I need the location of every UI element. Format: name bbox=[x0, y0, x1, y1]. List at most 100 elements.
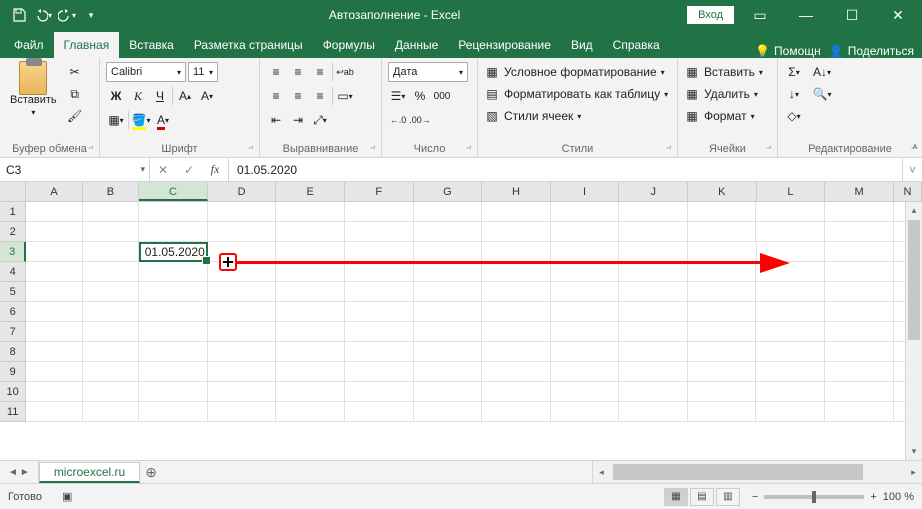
cell[interactable] bbox=[482, 342, 551, 362]
zoom-slider[interactable] bbox=[764, 495, 864, 499]
row-header[interactable]: 6 bbox=[0, 302, 26, 322]
cell[interactable] bbox=[414, 282, 483, 302]
cell[interactable] bbox=[276, 362, 345, 382]
minimize-icon[interactable]: ― bbox=[786, 0, 826, 30]
cell[interactable] bbox=[139, 362, 208, 382]
cell[interactable] bbox=[756, 202, 825, 222]
underline-button[interactable]: Ч bbox=[150, 86, 170, 106]
column-header[interactable]: D bbox=[208, 182, 277, 201]
zoom-level[interactable]: 100 % bbox=[883, 491, 914, 503]
cell[interactable] bbox=[208, 402, 277, 422]
column-header[interactable]: F bbox=[345, 182, 414, 201]
decrease-decimal-icon[interactable]: .00→ bbox=[410, 110, 430, 130]
accounting-format-icon[interactable]: ☰▾ bbox=[388, 86, 408, 106]
cell[interactable] bbox=[551, 282, 620, 302]
scroll-left-icon[interactable]: ◂ bbox=[593, 461, 610, 483]
cell[interactable] bbox=[26, 242, 82, 262]
cell[interactable] bbox=[139, 202, 208, 222]
cell[interactable] bbox=[139, 382, 208, 402]
merge-cells-icon[interactable]: ▭▾ bbox=[335, 86, 355, 106]
cell[interactable] bbox=[83, 322, 139, 342]
cell-styles-button[interactable]: ▧Стили ячеек▾ bbox=[484, 106, 668, 126]
cell[interactable] bbox=[551, 362, 620, 382]
format-painter-icon[interactable]: 🖌 bbox=[65, 106, 85, 126]
cell[interactable] bbox=[83, 382, 139, 402]
cell[interactable] bbox=[825, 302, 894, 322]
cell[interactable] bbox=[551, 302, 620, 322]
align-left-icon[interactable]: ≡ bbox=[266, 86, 286, 106]
cell[interactable] bbox=[825, 362, 894, 382]
copy-icon[interactable]: ⧉ bbox=[65, 84, 85, 104]
column-header[interactable]: E bbox=[276, 182, 345, 201]
cell[interactable] bbox=[208, 222, 277, 242]
scroll-thumb[interactable] bbox=[908, 220, 920, 340]
cell[interactable] bbox=[139, 342, 208, 362]
cell[interactable] bbox=[276, 382, 345, 402]
tab-data[interactable]: Данные bbox=[385, 32, 448, 58]
cell[interactable] bbox=[276, 262, 345, 282]
row-header[interactable]: 2 bbox=[0, 222, 26, 242]
cell[interactable] bbox=[414, 382, 483, 402]
column-header[interactable]: B bbox=[83, 182, 139, 201]
cell[interactable] bbox=[551, 322, 620, 342]
tab-help[interactable]: Справка bbox=[603, 32, 670, 58]
cell[interactable] bbox=[83, 342, 139, 362]
horizontal-scrollbar[interactable]: ◂ ▸ bbox=[592, 461, 922, 483]
cell[interactable] bbox=[688, 302, 757, 322]
expand-formula-bar-icon[interactable]: ˅ bbox=[902, 158, 922, 181]
row-header[interactable]: 11 bbox=[0, 402, 26, 422]
cell[interactable] bbox=[551, 202, 620, 222]
cell[interactable] bbox=[619, 362, 688, 382]
cell[interactable] bbox=[26, 362, 82, 382]
align-top-icon[interactable]: ≡ bbox=[266, 62, 286, 82]
column-header[interactable]: C bbox=[139, 182, 208, 201]
ribbon-display-icon[interactable]: ▭ bbox=[740, 0, 780, 30]
enter-formula-icon[interactable]: ✓ bbox=[176, 163, 202, 177]
scroll-thumb[interactable] bbox=[613, 464, 863, 480]
zoom-in-button[interactable]: + bbox=[870, 491, 876, 503]
font-color-button[interactable]: A▾ bbox=[153, 110, 173, 130]
wrap-text-icon[interactable]: ↩ab bbox=[335, 62, 355, 82]
cell[interactable] bbox=[83, 282, 139, 302]
insert-cells-button[interactable]: ▦Вставить▾ bbox=[684, 62, 763, 82]
cell[interactable] bbox=[345, 402, 414, 422]
cell[interactable] bbox=[551, 402, 620, 422]
cell[interactable] bbox=[276, 282, 345, 302]
cell[interactable] bbox=[551, 382, 620, 402]
cell[interactable] bbox=[619, 202, 688, 222]
row-header[interactable]: 5 bbox=[0, 282, 26, 302]
cell[interactable] bbox=[345, 382, 414, 402]
cell[interactable] bbox=[26, 262, 82, 282]
font-size-combo[interactable]: 11▾ bbox=[188, 62, 218, 82]
cell[interactable] bbox=[482, 262, 551, 282]
scroll-up-icon[interactable]: ▴ bbox=[906, 202, 922, 219]
cell[interactable] bbox=[482, 322, 551, 342]
cell[interactable] bbox=[139, 222, 208, 242]
cell[interactable] bbox=[414, 302, 483, 322]
cell[interactable] bbox=[345, 342, 414, 362]
cell[interactable] bbox=[83, 262, 139, 282]
cell[interactable] bbox=[345, 282, 414, 302]
row-header[interactable]: 8 bbox=[0, 342, 26, 362]
cell[interactable] bbox=[83, 222, 139, 242]
cell[interactable] bbox=[619, 402, 688, 422]
cell[interactable] bbox=[825, 342, 894, 362]
paste-button[interactable]: Вставить ▾ bbox=[6, 62, 61, 119]
increase-indent-icon[interactable]: ⇥ bbox=[288, 110, 308, 130]
cell[interactable] bbox=[688, 222, 757, 242]
cell[interactable] bbox=[345, 302, 414, 322]
row-header[interactable]: 9 bbox=[0, 362, 26, 382]
cell[interactable] bbox=[414, 262, 483, 282]
cell[interactable] bbox=[688, 342, 757, 362]
cell[interactable] bbox=[26, 342, 82, 362]
cell[interactable] bbox=[756, 222, 825, 242]
percent-format-icon[interactable]: % bbox=[410, 86, 430, 106]
italic-button[interactable]: К bbox=[128, 86, 148, 106]
cell[interactable] bbox=[825, 222, 894, 242]
cell[interactable] bbox=[83, 242, 139, 262]
view-page-break-icon[interactable]: ▥ bbox=[716, 488, 740, 506]
cut-icon[interactable]: ✂ bbox=[65, 62, 85, 82]
cell[interactable] bbox=[688, 322, 757, 342]
borders-button[interactable]: ▦▾ bbox=[106, 110, 126, 130]
column-header[interactable]: I bbox=[551, 182, 620, 201]
